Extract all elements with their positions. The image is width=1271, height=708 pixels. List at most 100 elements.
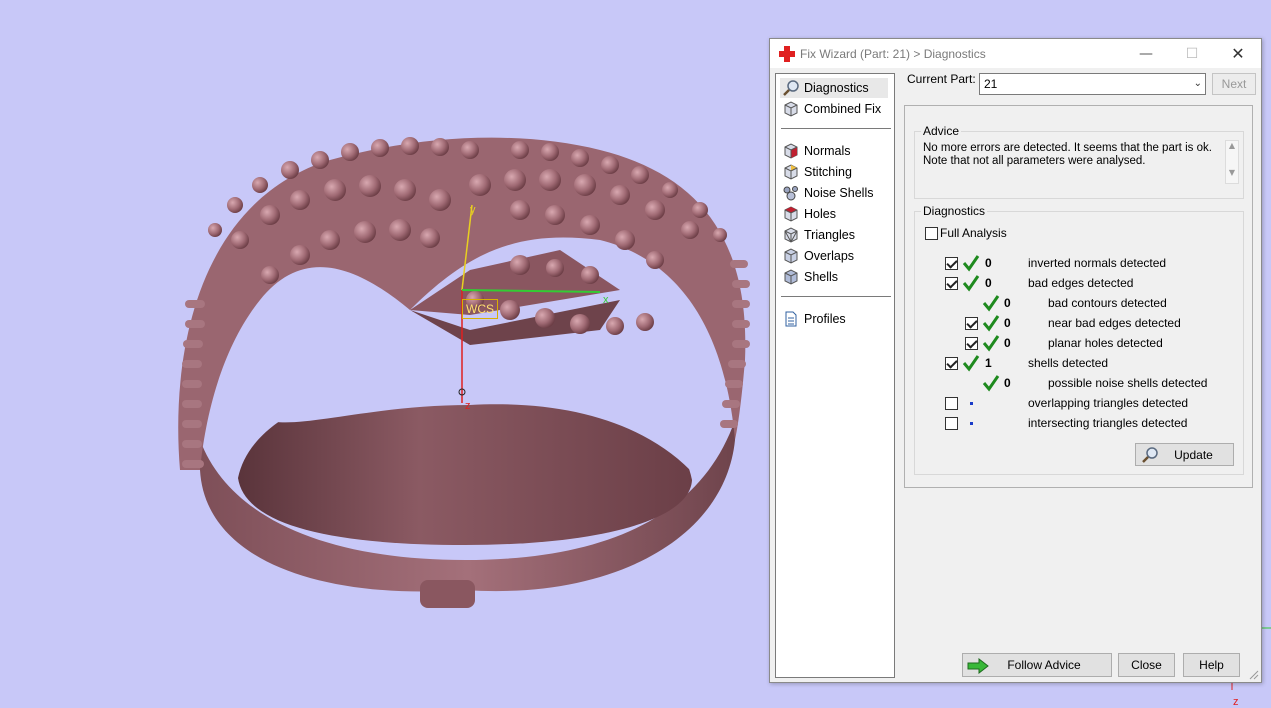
row-label: inverted normals detected bbox=[1028, 256, 1167, 270]
row-label: shells detected bbox=[1028, 356, 1109, 370]
nav-item-normals[interactable]: Normals bbox=[782, 141, 851, 161]
advice-scrollbar[interactable]: ▲ ▼ bbox=[1225, 140, 1239, 184]
nav-item-shells[interactable]: Shells bbox=[782, 267, 838, 287]
row-label: planar holes detected bbox=[1048, 336, 1163, 350]
bad-edges-checkbox[interactable] bbox=[945, 277, 958, 290]
update-button[interactable]: Update bbox=[1135, 443, 1234, 466]
minimize-button[interactable]: — bbox=[1123, 39, 1169, 68]
follow-advice-label: Follow Advice bbox=[1007, 658, 1081, 672]
full-analysis-checkbox[interactable] bbox=[925, 227, 938, 240]
nav-label: Profiles bbox=[804, 312, 846, 326]
wcs-label: WCS bbox=[462, 299, 498, 319]
green-check-icon bbox=[982, 335, 1000, 352]
nav-item-overlaps[interactable]: Overlaps bbox=[782, 246, 854, 266]
nav-label: Overlaps bbox=[804, 249, 855, 263]
nav-item-noise-shells[interactable]: Noise Shells bbox=[782, 183, 873, 203]
normals-cube-icon bbox=[784, 143, 798, 159]
nav-divider bbox=[781, 128, 891, 129]
advice-line-2: Note that not all parameters were analys… bbox=[923, 155, 1146, 167]
nav-label: Holes bbox=[804, 207, 836, 221]
nav-label: Normals bbox=[804, 144, 851, 158]
nav-label: Shells bbox=[804, 270, 839, 284]
green-check-icon bbox=[962, 355, 980, 372]
scroll-down-icon[interactable]: ▼ bbox=[1226, 168, 1238, 177]
fix-wizard-dialog: Fix Wizard (Part: 21) > Diagnostics — ☐ … bbox=[769, 38, 1262, 683]
green-check-icon bbox=[982, 315, 1000, 332]
axis-y-label: y bbox=[470, 204, 476, 216]
row-label: possible noise shells detected bbox=[1048, 376, 1208, 390]
overlaps-cube-icon bbox=[784, 248, 798, 264]
maximize-button[interactable]: ☐ bbox=[1169, 39, 1215, 68]
row-label: bad contours detected bbox=[1048, 296, 1167, 310]
advice-text: No more errors are detected. It seems th… bbox=[923, 142, 1243, 186]
shells-cube-icon bbox=[784, 269, 798, 285]
shells-checkbox[interactable] bbox=[945, 357, 958, 370]
magnifier-icon bbox=[1142, 447, 1158, 463]
nav-item-stitching[interactable]: Stitching bbox=[782, 162, 852, 182]
near-bad-edges-checkbox[interactable] bbox=[965, 317, 978, 330]
nav-label: Diagnostics bbox=[804, 81, 869, 95]
row-count: 1 bbox=[985, 356, 992, 370]
document-icon bbox=[785, 311, 797, 327]
nav-item-holes[interactable]: Holes bbox=[782, 204, 836, 224]
triangles-cube-icon bbox=[784, 227, 798, 243]
stitching-cube-icon bbox=[784, 164, 798, 180]
green-check-icon bbox=[982, 375, 1000, 392]
advice-group: Advice No more errors are detected. It s… bbox=[914, 124, 1244, 199]
row-count: 0 bbox=[1004, 376, 1011, 390]
row-count: 0 bbox=[985, 256, 992, 270]
row-count: 0 bbox=[1004, 336, 1011, 350]
nav-item-profiles[interactable]: Profiles bbox=[782, 309, 846, 329]
nav-item-triangles[interactable]: Triangles bbox=[782, 225, 855, 245]
green-check-icon bbox=[982, 295, 1000, 312]
magnifier-icon bbox=[783, 80, 799, 96]
row-count: 0 bbox=[1004, 316, 1011, 330]
inverted-normals-checkbox[interactable] bbox=[945, 257, 958, 270]
row-label: bad edges detected bbox=[1028, 276, 1134, 290]
intersecting-triangles-checkbox[interactable] bbox=[945, 417, 958, 430]
diagnostics-panel: Advice No more errors are detected. It s… bbox=[904, 105, 1253, 488]
advice-title: Advice bbox=[921, 124, 962, 138]
green-arrow-icon bbox=[967, 658, 989, 674]
cube-icon bbox=[784, 101, 798, 117]
row-label: overlapping triangles detected bbox=[1028, 396, 1189, 410]
overlapping-triangles-checkbox[interactable] bbox=[945, 397, 958, 410]
scroll-up-icon[interactable]: ▲ bbox=[1226, 141, 1238, 150]
close-window-button[interactable]: ✕ bbox=[1215, 39, 1261, 68]
wizard-nav: Diagnostics Combined Fix Normals Stitchi… bbox=[775, 73, 895, 678]
nav-divider bbox=[781, 296, 891, 297]
corner-axis-z-label: z bbox=[1233, 696, 1239, 708]
update-label: Update bbox=[1174, 447, 1213, 462]
row-label: intersecting triangles detected bbox=[1028, 416, 1188, 430]
follow-advice-button[interactable]: Follow Advice bbox=[962, 653, 1112, 677]
planar-holes-checkbox[interactable] bbox=[965, 337, 978, 350]
nav-item-combined-fix[interactable]: Combined Fix bbox=[782, 99, 881, 119]
diagnostics-group: Diagnostics Full Analysis 0 inverted nor… bbox=[914, 204, 1244, 475]
red-cross-icon bbox=[779, 45, 795, 62]
help-button[interactable]: Help bbox=[1183, 653, 1240, 677]
next-button[interactable]: Next bbox=[1212, 73, 1256, 95]
row-label: near bad edges detected bbox=[1048, 316, 1181, 330]
current-part-label: Current Part: bbox=[907, 72, 976, 86]
row-count: 0 bbox=[1004, 296, 1011, 310]
nav-item-diagnostics[interactable]: Diagnostics bbox=[780, 78, 888, 98]
nav-label: Noise Shells bbox=[804, 186, 874, 200]
nav-label: Stitching bbox=[804, 165, 852, 179]
current-part-select[interactable]: 21 ⌄ bbox=[979, 73, 1206, 95]
diagnostics-title: Diagnostics bbox=[921, 204, 988, 218]
advice-line-1: No more errors are detected. It seems th… bbox=[923, 142, 1212, 154]
close-button[interactable]: Close bbox=[1118, 653, 1175, 677]
chevron-down-icon: ⌄ bbox=[1193, 78, 1202, 89]
row-count: 0 bbox=[985, 276, 992, 290]
current-part-value: 21 bbox=[984, 77, 998, 91]
full-analysis-label: Full Analysis bbox=[940, 226, 1007, 240]
resize-grip-icon[interactable] bbox=[1249, 670, 1259, 680]
axis-x-label: x bbox=[603, 294, 609, 306]
window-title: Fix Wizard (Part: 21) > Diagnostics bbox=[800, 46, 986, 61]
green-check-icon bbox=[962, 255, 980, 272]
not-analysed-dot-icon bbox=[970, 422, 973, 425]
nav-label: Triangles bbox=[804, 228, 855, 242]
axis-z-label: z bbox=[465, 400, 471, 412]
holes-cube-icon bbox=[784, 206, 798, 222]
title-bar[interactable]: Fix Wizard (Part: 21) > Diagnostics — ☐ … bbox=[770, 39, 1261, 68]
